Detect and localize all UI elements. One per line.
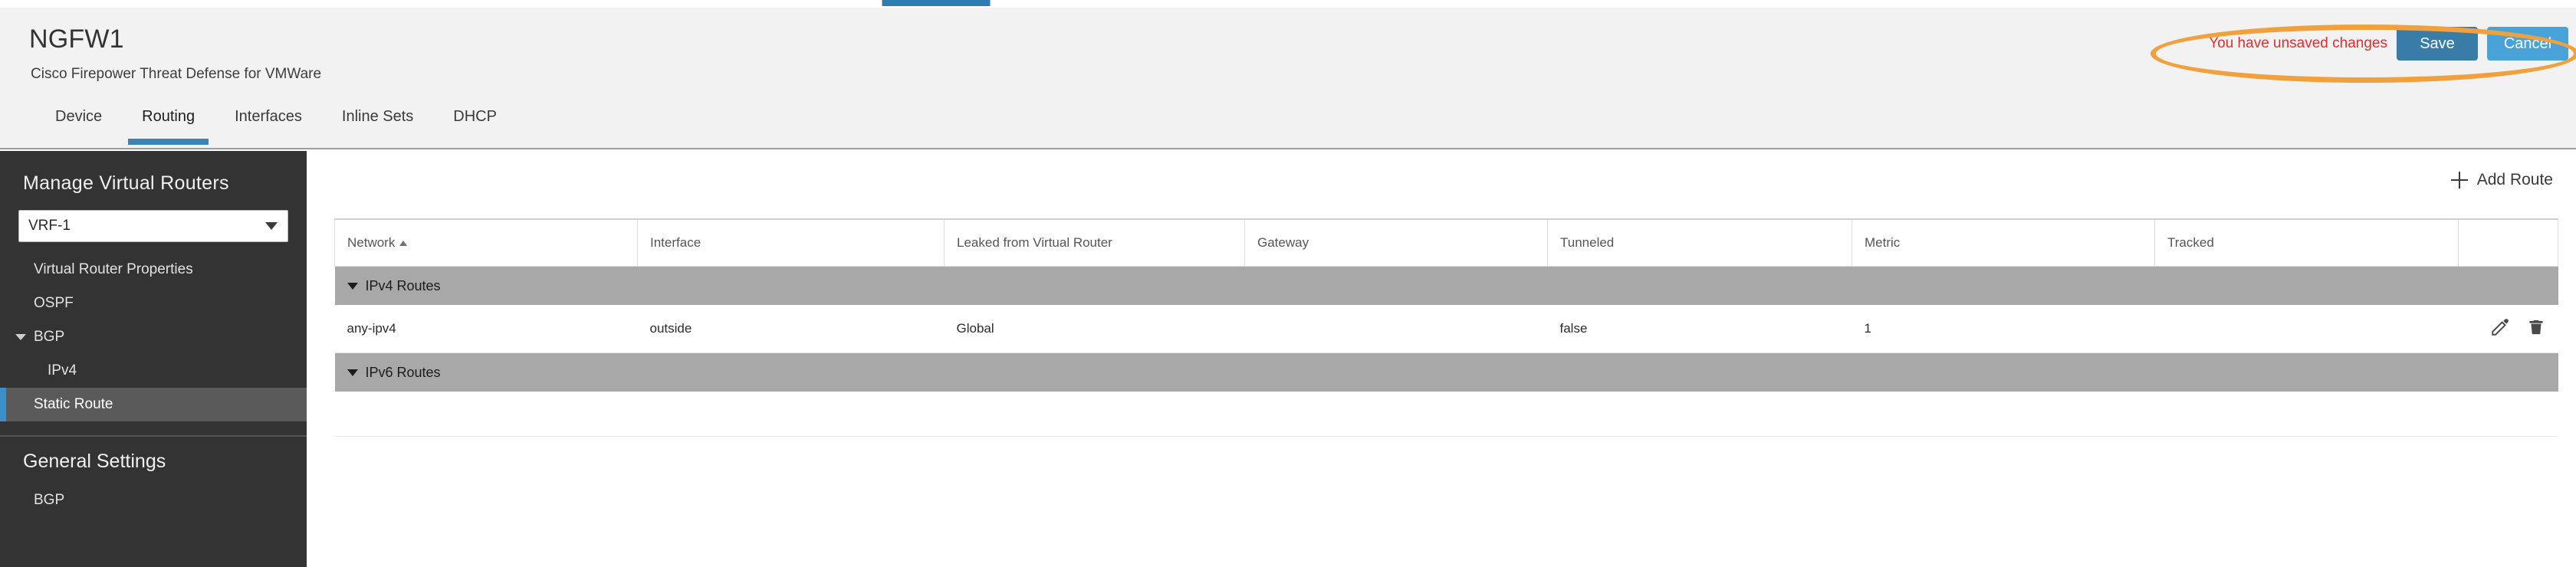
- static-route-table: Network Interface Leaked from Virtual Ro…: [334, 218, 2558, 437]
- add-route-label: Add Route: [2476, 171, 2553, 188]
- page-title: NGFW1: [29, 25, 124, 54]
- tab-device[interactable]: Device: [35, 100, 122, 148]
- column-header-label: Tunneled: [1560, 235, 1615, 250]
- group-row-ipv6-routes[interactable]: IPv6 Routes: [334, 352, 2558, 392]
- sort-ascending-icon: [399, 241, 408, 247]
- vrf-select-value[interactable]: VRF-1: [18, 210, 288, 242]
- group-row-cell: IPv6 Routes: [334, 352, 2558, 392]
- column-header-label: Gateway: [1257, 235, 1309, 250]
- page-header: NGFW1 Cisco Firepower Threat Defense for…: [0, 8, 2576, 149]
- sidebar-item-bgp[interactable]: BGP: [0, 320, 307, 354]
- cell-network: any-ipv4: [334, 305, 638, 353]
- table-body: IPv4 Routes any-ipv4 outside Global fals…: [334, 266, 2558, 437]
- sidebar-item-bgp-ipv4[interactable]: IPv4: [0, 354, 307, 388]
- chevron-down-icon: [265, 222, 278, 230]
- table-row[interactable]: any-ipv4 outside Global false 1: [334, 305, 2558, 353]
- column-header-leaked-from-virtual-router[interactable]: Leaked from Virtual Router: [944, 218, 1245, 267]
- sidebar-item-ospf[interactable]: OSPF: [0, 287, 307, 320]
- sidebar-item-label: OSPF: [34, 295, 74, 311]
- cell-actions: [2458, 305, 2558, 353]
- cell-leaked-from-virtual-router: Global: [944, 305, 1245, 353]
- chevron-down-icon[interactable]: [347, 369, 358, 377]
- group-row-cell: IPv4 Routes: [334, 266, 2558, 305]
- table-empty-row: [334, 392, 2558, 437]
- cell-tracked: [2154, 305, 2459, 353]
- cell-gateway: [1244, 305, 1548, 353]
- sidebar-item-label: BGP: [34, 329, 65, 345]
- active-tab-indicator[interactable]: [882, 0, 991, 6]
- sidebar-title: Manage Virtual Routers: [23, 172, 229, 194]
- trash-icon[interactable]: [2526, 317, 2546, 341]
- device-nav-tabs: Device Routing Interfaces Inline Sets DH…: [0, 100, 517, 148]
- sidebar-item-label: Virtual Router Properties: [34, 261, 193, 277]
- sidebar-item-list: Virtual Router Properties OSPF BGP IPv4 …: [0, 253, 307, 421]
- column-header-metric[interactable]: Metric: [1852, 218, 2155, 267]
- plus-icon: [2450, 172, 2468, 188]
- pencil-icon[interactable]: [2490, 317, 2510, 341]
- sidebar-item-static-route[interactable]: Static Route: [0, 388, 307, 421]
- group-row-label: IPv6 Routes: [365, 364, 441, 380]
- cell-interface: outside: [637, 305, 945, 353]
- device-model-subtitle: Cisco Firepower Threat Defense for VMWar…: [31, 66, 322, 82]
- sidebar-item-label: BGP: [34, 492, 65, 508]
- chevron-down-icon[interactable]: [15, 334, 26, 340]
- sidebar-item-virtual-router-properties[interactable]: Virtual Router Properties: [0, 253, 307, 287]
- tab-dhcp[interactable]: DHCP: [433, 100, 517, 148]
- column-header-tunneled[interactable]: Tunneled: [1547, 218, 1852, 267]
- column-header-tracked[interactable]: Tracked: [2154, 218, 2459, 267]
- add-route-button[interactable]: Add Route: [2450, 171, 2553, 189]
- sidebar-item-label: IPv4: [48, 362, 77, 379]
- tab-routing[interactable]: Routing: [122, 100, 215, 148]
- sidebar-item-general-bgp[interactable]: BGP: [0, 483, 307, 517]
- cancel-button[interactable]: Cancel: [2487, 27, 2568, 61]
- column-header-gateway[interactable]: Gateway: [1244, 218, 1548, 267]
- sidebar-general-item-list: BGP: [0, 483, 307, 517]
- column-header-label: Interface: [650, 235, 702, 250]
- table-empty-cell: [334, 392, 2558, 437]
- main-content: Add Route Network Interface Leaked from …: [307, 151, 2576, 567]
- cell-metric: 1: [1852, 305, 2155, 353]
- column-header-label: Network: [347, 235, 396, 250]
- column-header-label: Leaked from Virtual Router: [957, 235, 1112, 250]
- tab-interfaces[interactable]: Interfaces: [215, 100, 322, 148]
- cell-tunneled: false: [1547, 305, 1852, 353]
- group-row-label: IPv4 Routes: [365, 277, 441, 293]
- sidebar: Manage Virtual Routers VRF-1 Virtual Rou…: [0, 151, 307, 567]
- table-header-row: Network Interface Leaked from Virtual Ro…: [334, 218, 2558, 267]
- tab-inline-sets[interactable]: Inline Sets: [322, 100, 433, 148]
- unsaved-changes-bar: You have unsaved changes Save Cancel: [2209, 25, 2568, 63]
- save-button[interactable]: Save: [2397, 27, 2478, 61]
- sidebar-item-label: Static Route: [34, 396, 113, 412]
- column-header-label: Tracked: [2167, 235, 2214, 250]
- sidebar-general-settings-title: General Settings: [23, 451, 166, 472]
- column-header-actions: [2458, 218, 2558, 267]
- column-header-network[interactable]: Network: [334, 218, 638, 267]
- column-header-label: Metric: [1865, 235, 1901, 250]
- chevron-down-icon[interactable]: [347, 283, 358, 290]
- table-header: Network Interface Leaked from Virtual Ro…: [334, 218, 2558, 267]
- unsaved-changes-message: You have unsaved changes: [2209, 35, 2387, 51]
- vrf-selector[interactable]: VRF-1: [18, 210, 288, 242]
- group-row-ipv4-routes[interactable]: IPv4 Routes: [334, 266, 2558, 305]
- column-header-interface[interactable]: Interface: [637, 218, 945, 267]
